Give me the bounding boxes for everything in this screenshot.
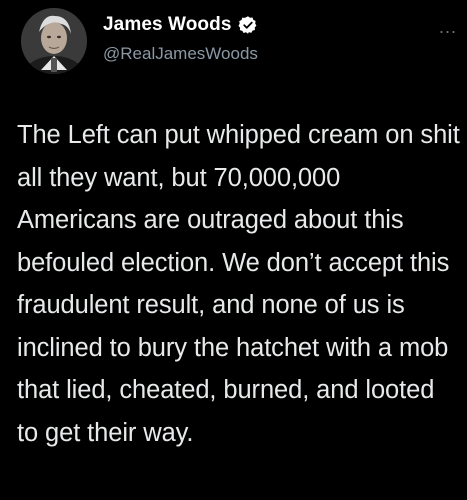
tweet-text: The Left can put whipped cream on shit a… (17, 121, 460, 447)
avatar-image (21, 8, 87, 74)
author-handle[interactable]: @RealJamesWoods (103, 44, 258, 64)
verified-badge-icon (237, 15, 258, 35)
tweet-card: James Woods @RealJamesWoods ... The Left… (0, 0, 467, 500)
author-display-name[interactable]: James Woods (103, 14, 232, 36)
author-name-row[interactable]: James Woods (103, 14, 258, 36)
avatar[interactable] (21, 8, 87, 74)
more-horizontal-icon[interactable]: ... (439, 18, 457, 36)
